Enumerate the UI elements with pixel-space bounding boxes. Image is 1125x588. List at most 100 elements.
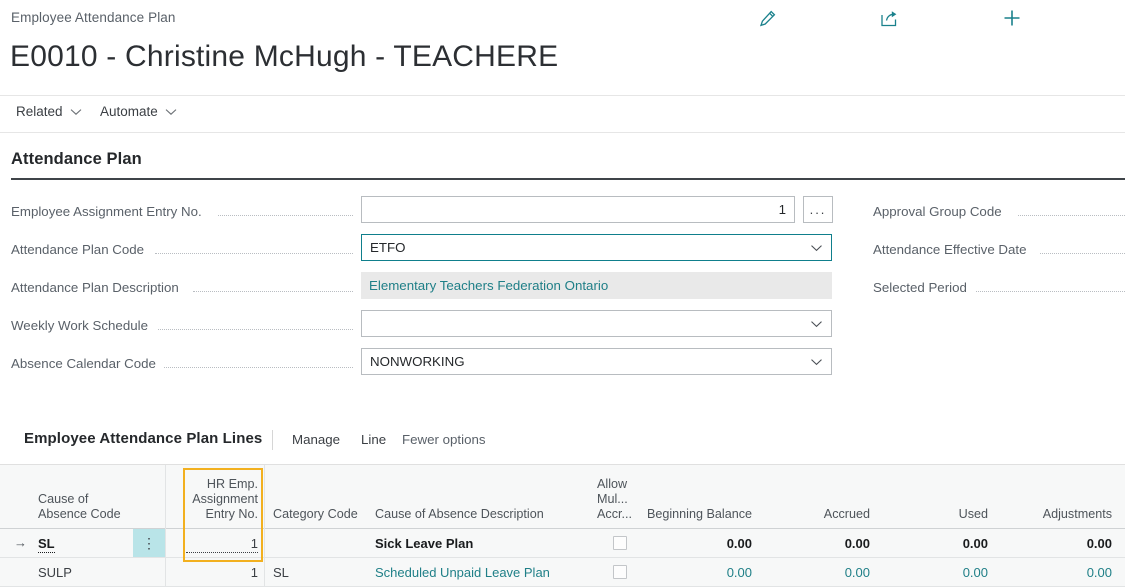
related-label: Related (16, 104, 63, 119)
chevron-down-icon[interactable] (810, 316, 823, 331)
cell-used[interactable]: 0.00 (890, 565, 988, 580)
column-header-cause-of-absence-description[interactable]: Cause of Absence Description (375, 507, 544, 522)
leader-dots (1040, 253, 1125, 254)
cell-hr-emp-assignment-entry-no[interactable]: 1 (186, 536, 258, 553)
header-line-1: Allow (597, 477, 627, 491)
chevron-down-icon[interactable] (810, 240, 823, 255)
leader-dots (193, 291, 353, 292)
lines-action-fewer-options[interactable]: Fewer options (402, 432, 486, 447)
cell-cause-of-absence-code[interactable]: SULP (38, 565, 72, 580)
label-attendance-plan-code: Attendance Plan Code (11, 242, 144, 257)
cell-hr-emp-assignment-entry-no[interactable]: 1 (186, 565, 258, 580)
label-weekly-work-schedule: Weekly Work Schedule (11, 318, 148, 333)
related-menu[interactable]: Related (16, 104, 82, 119)
table-row[interactable]: SULP 1 SL Scheduled Unpaid Leave Plan 0.… (0, 558, 1125, 587)
delete-trash-icon[interactable] (1120, 4, 1125, 32)
chevron-down-icon[interactable] (810, 354, 823, 369)
column-header-used[interactable]: Used (890, 507, 988, 522)
cell-cause-of-absence-code[interactable]: SL (38, 536, 55, 553)
header-line-1: HR Emp. (207, 477, 258, 491)
edit-pencil-icon[interactable] (752, 4, 782, 32)
breadcrumb[interactable]: Employee Attendance Plan (11, 10, 176, 25)
cell-accrued[interactable]: 0.00 (760, 565, 870, 580)
cell-category-code[interactable]: SL (273, 565, 289, 580)
cell-allow-multiple-accruals-checkbox[interactable] (613, 565, 627, 579)
field-row-attendance-plan-description: Attendance Plan Description Elementary T… (0, 272, 1125, 310)
leader-dots (158, 329, 353, 330)
field-row-attendance-plan-code: Attendance Plan Code ETFO Attendance Eff… (0, 234, 1125, 272)
column-header-beginning-balance[interactable]: Beginning Balance (632, 507, 752, 522)
cell-adjustments[interactable]: 0.00 (1000, 536, 1112, 551)
attendance-plan-code-value: ETFO (370, 240, 810, 255)
row-ellipsis-menu-button[interactable]: ⋮ (133, 529, 165, 557)
field-row-absence-calendar-code: Absence Calendar Code NONWORKING (0, 348, 1125, 386)
page-title: E0010 - Christine McHugh - TEACHERE (10, 40, 558, 74)
label-employee-assignment-entry-no: Employee Assignment Entry No. (11, 204, 202, 219)
cell-beginning-balance[interactable]: 0.00 (632, 565, 752, 580)
action-bar: Related Automate (0, 95, 1125, 133)
label-attendance-plan-description: Attendance Plan Description (11, 280, 179, 295)
label-absence-calendar-code: Absence Calendar Code (11, 356, 156, 371)
command-bar (752, 4, 982, 34)
lines-header: Employee Attendance Plan Lines Manage Li… (0, 424, 1125, 458)
leader-dots (218, 215, 353, 216)
section-title: Attendance Plan (11, 150, 142, 169)
cell-accrued[interactable]: 0.00 (760, 536, 870, 551)
column-header-hr-emp-assignment-entry-no[interactable]: HR Emp. Assignment Entry No. (186, 477, 258, 522)
chevron-down-icon (165, 104, 177, 119)
lines-title: Employee Attendance Plan Lines (24, 430, 262, 447)
leader-dots (155, 253, 353, 254)
header-line-3: Accr... (597, 507, 632, 521)
share-icon[interactable] (874, 4, 904, 32)
column-header-adjustments[interactable]: Adjustments (1000, 507, 1112, 522)
column-header-accrued[interactable]: Accrued (760, 507, 870, 522)
lines-action-manage[interactable]: Manage (292, 432, 340, 447)
attendance-plan-description-value: Elementary Teachers Federation Ontario (369, 278, 824, 293)
header-line-2: Absence Code (38, 507, 121, 521)
column-header-category-code[interactable]: Category Code (273, 507, 358, 522)
new-plus-icon[interactable] (997, 4, 1027, 32)
column-separator (264, 465, 265, 587)
employee-assignment-entry-no-value: 1 (370, 202, 786, 217)
attendance-plan-form: Employee Assignment Entry No. 1 ... Appr… (0, 196, 1125, 386)
label-attendance-effective-date: Attendance Effective Date (873, 242, 1027, 257)
lines-action-line[interactable]: Line (361, 432, 386, 447)
chevron-down-icon (70, 104, 82, 119)
field-row-employee-assignment-entry-no: Employee Assignment Entry No. 1 ... Appr… (0, 196, 1125, 234)
column-separator (165, 465, 166, 587)
attendance-plan-code-input[interactable]: ETFO (361, 234, 832, 261)
field-row-weekly-work-schedule: Weekly Work Schedule (0, 310, 1125, 348)
absence-calendar-code-input[interactable]: NONWORKING (361, 348, 832, 375)
column-header-allow-multiple-accruals[interactable]: Allow Mul... Accr... (597, 477, 632, 522)
section-divider (11, 178, 1125, 180)
cell-beginning-balance[interactable]: 0.00 (632, 536, 752, 551)
automate-label: Automate (100, 104, 158, 119)
column-header-cause-of-absence-code[interactable]: Cause of Absence Code (38, 492, 121, 522)
grid-header-row: Cause of Absence Code HR Emp. Assignment… (0, 465, 1125, 529)
header-line-2: Assignment (192, 492, 258, 506)
leader-dots (164, 367, 353, 368)
divider (272, 430, 273, 450)
cell-cause-of-absence-description[interactable]: Scheduled Unpaid Leave Plan (375, 565, 550, 580)
attendance-plan-description-value-box: Elementary Teachers Federation Ontario (361, 272, 832, 299)
table-row[interactable]: → SL ⋮ 1 Sick Leave Plan 0.00 0.00 0.00 … (0, 529, 1125, 558)
label-selected-period: Selected Period (873, 280, 967, 295)
absence-calendar-code-value: NONWORKING (370, 354, 810, 369)
attendance-plan-lines-grid: Cause of Absence Code HR Emp. Assignment… (0, 464, 1125, 587)
assist-edit-button[interactable]: ... (803, 196, 833, 223)
header-line-1: Cause of (38, 492, 88, 506)
automate-menu[interactable]: Automate (100, 104, 177, 119)
header-line-2: Mul... (597, 492, 628, 506)
header-line-3: Entry No. (206, 507, 259, 521)
cell-adjustments[interactable]: 0.00 (1000, 565, 1112, 580)
cell-cause-of-absence-description[interactable]: Sick Leave Plan (375, 536, 473, 551)
employee-assignment-entry-no-input[interactable]: 1 (361, 196, 795, 223)
row-marker-icon: → (14, 535, 27, 550)
cell-used[interactable]: 0.00 (890, 536, 988, 551)
label-approval-group-code: Approval Group Code (873, 204, 1002, 219)
weekly-work-schedule-input[interactable] (361, 310, 832, 337)
employee-attendance-plan-page: Employee Attendance Plan (0, 0, 1125, 588)
leader-dots (1018, 215, 1125, 216)
cell-allow-multiple-accruals-checkbox[interactable] (613, 536, 627, 550)
leader-dots (976, 291, 1125, 292)
